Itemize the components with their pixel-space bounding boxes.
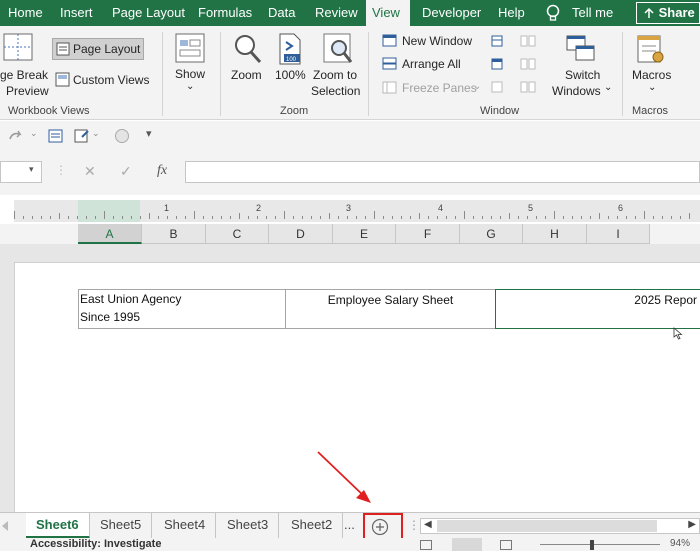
- accessibility-status[interactable]: Accessibility: Investigate: [30, 538, 161, 551]
- page-break-view-icon[interactable]: [500, 540, 512, 550]
- scroll-left-icon[interactable]: ◀: [424, 519, 432, 530]
- sheet-tab-sheet2[interactable]: Sheet2: [281, 513, 344, 539]
- page-layout-view-icon[interactable]: [452, 538, 482, 551]
- sheet-tab-bar: Sheet6 Sheet5 Sheet4 Sheet3 Sheet2 ... ⋮…: [0, 512, 700, 541]
- sheet-tab-sheet3[interactable]: Sheet3: [217, 513, 280, 539]
- more-sheets-button[interactable]: ...: [340, 513, 359, 539]
- new-sheet-plus-icon[interactable]: [371, 518, 389, 536]
- zoom-level[interactable]: 94%: [670, 538, 690, 551]
- tab-splitter-grip[interactable]: ⋮: [408, 518, 420, 532]
- status-bar: Accessibility: Investigate 94%: [0, 538, 700, 551]
- sheet-tab-sheet6[interactable]: Sheet6: [26, 513, 90, 539]
- normal-view-icon[interactable]: [420, 540, 432, 550]
- sheet-tab-sheet5[interactable]: Sheet5: [90, 513, 153, 539]
- sheet-tab-sheet4[interactable]: Sheet4: [154, 513, 217, 539]
- zoom-slider[interactable]: [540, 544, 660, 545]
- annotation-arrow: [317, 451, 371, 503]
- sheet-scroll-icon[interactable]: [0, 519, 14, 533]
- scrollbar-thumb[interactable]: [437, 520, 657, 532]
- scroll-right-icon[interactable]: ▶: [688, 519, 696, 530]
- zoom-slider-thumb[interactable]: [590, 540, 594, 550]
- horizontal-scrollbar[interactable]: ◀ ▶: [420, 518, 700, 534]
